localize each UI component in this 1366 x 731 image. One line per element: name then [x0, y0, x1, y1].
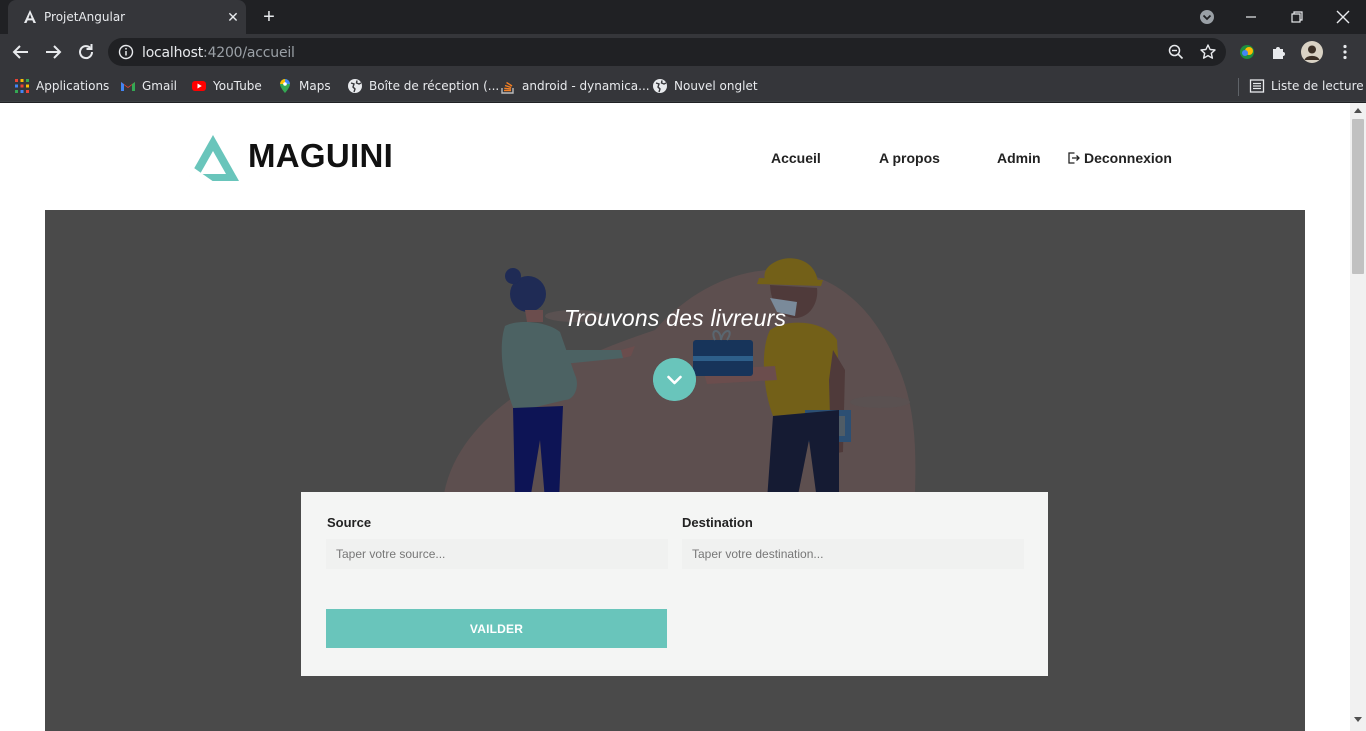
scroll-down-arrow-icon[interactable] [1354, 717, 1362, 723]
back-arrow-icon[interactable] [10, 41, 32, 63]
minimize-icon[interactable] [1240, 6, 1262, 28]
browser-tab-bar: ProjetAngular ✕ + [0, 0, 1366, 34]
nav-admin[interactable]: Admin [997, 150, 1041, 166]
bookmark-inbox[interactable]: Boîte de réception (... [347, 77, 499, 95]
bookmark-label: Gmail [142, 79, 178, 93]
nav-deconnexion[interactable]: Deconnexion [1068, 150, 1172, 166]
browser-toolbar: localhost:4200/accueil [0, 34, 1366, 70]
source-label: Source [327, 515, 372, 530]
bookmark-label: Boîte de réception (... [369, 79, 500, 93]
angular-favicon-icon [24, 10, 36, 23]
tab-title: ProjetAngular [44, 10, 126, 24]
bookmark-gmail[interactable]: Gmail [120, 77, 177, 95]
globe-icon [653, 79, 667, 93]
nav-accueil[interactable]: Accueil [771, 150, 821, 166]
forward-arrow-icon[interactable] [42, 41, 64, 63]
bookmark-label: android - dynamica... [522, 79, 650, 93]
gmail-icon [121, 82, 135, 91]
globe-icon [348, 79, 362, 93]
bookmark-android[interactable]: android - dynamica... [500, 77, 650, 95]
scroll-up-arrow-icon[interactable] [1354, 107, 1362, 113]
bookmark-label: Nouvel onglet [674, 79, 758, 93]
apps-grid-icon [15, 79, 29, 93]
bookmarks-divider [1238, 78, 1239, 96]
reading-list-button[interactable]: Liste de lecture [1249, 77, 1364, 95]
maps-icon [280, 79, 290, 93]
bookmarks-bar: Applications Gmail YouTube Maps Boîte de… [0, 70, 1366, 102]
reading-list-label: Liste de lecture [1271, 79, 1364, 93]
bookmark-maps[interactable]: Maps [277, 77, 331, 95]
bookmark-label: Applications [36, 79, 110, 93]
nav-a-propos[interactable]: A propos [879, 150, 940, 166]
stackoverflow-icon [501, 81, 514, 94]
scroll-down-chevron-icon[interactable] [653, 358, 696, 401]
bookmark-label: YouTube [213, 79, 262, 93]
url-text: localhost:4200/accueil [142, 45, 295, 61]
bookmark-star-icon[interactable] [1199, 43, 1217, 61]
site-info-icon[interactable] [118, 44, 134, 60]
logout-icon [1068, 152, 1080, 164]
new-tab-icon[interactable]: + [258, 6, 280, 28]
validate-button[interactable]: VAILDER [326, 609, 667, 648]
menu-kebab-icon[interactable] [1336, 43, 1354, 61]
tab-search-icon[interactable] [1196, 6, 1218, 28]
bookmark-youtube[interactable]: YouTube [191, 77, 262, 95]
source-input[interactable] [326, 539, 668, 569]
page-scrollbar[interactable] [1350, 103, 1366, 731]
bookmark-label: Maps [299, 79, 331, 93]
browser-tab-active[interactable]: ProjetAngular ✕ [8, 0, 246, 34]
reading-list-icon [1249, 79, 1265, 93]
search-form-card: Source Destination VAILDER [301, 492, 1048, 676]
scrollbar-thumb[interactable] [1352, 119, 1364, 274]
extensions-puzzle-icon[interactable] [1270, 43, 1288, 61]
zoom-icon[interactable] [1167, 43, 1185, 61]
hero-title: Trouvons des livreurs [563, 305, 787, 331]
page-viewport: MAGUINI Accueil A propos Admin Deconnexi… [0, 103, 1350, 731]
close-window-icon[interactable] [1332, 6, 1354, 28]
bookmark-applications[interactable]: Applications [14, 77, 109, 95]
restore-icon[interactable] [1286, 6, 1308, 28]
bookmark-new-tab[interactable]: Nouvel onglet [652, 77, 758, 95]
profile-avatar-icon[interactable] [1300, 40, 1324, 64]
reload-icon[interactable] [75, 41, 97, 63]
tab-close-icon[interactable]: ✕ [224, 8, 242, 26]
extension-globe-icon[interactable] [1238, 43, 1256, 61]
maguini-logo-icon[interactable] [186, 134, 240, 182]
brand-name[interactable]: MAGUINI [248, 137, 393, 175]
nav-deconnexion-label: Deconnexion [1084, 150, 1172, 166]
address-bar[interactable]: localhost:4200/accueil [108, 38, 1226, 66]
destination-label: Destination [682, 515, 753, 530]
youtube-icon [192, 81, 206, 91]
destination-input[interactable] [682, 539, 1024, 569]
